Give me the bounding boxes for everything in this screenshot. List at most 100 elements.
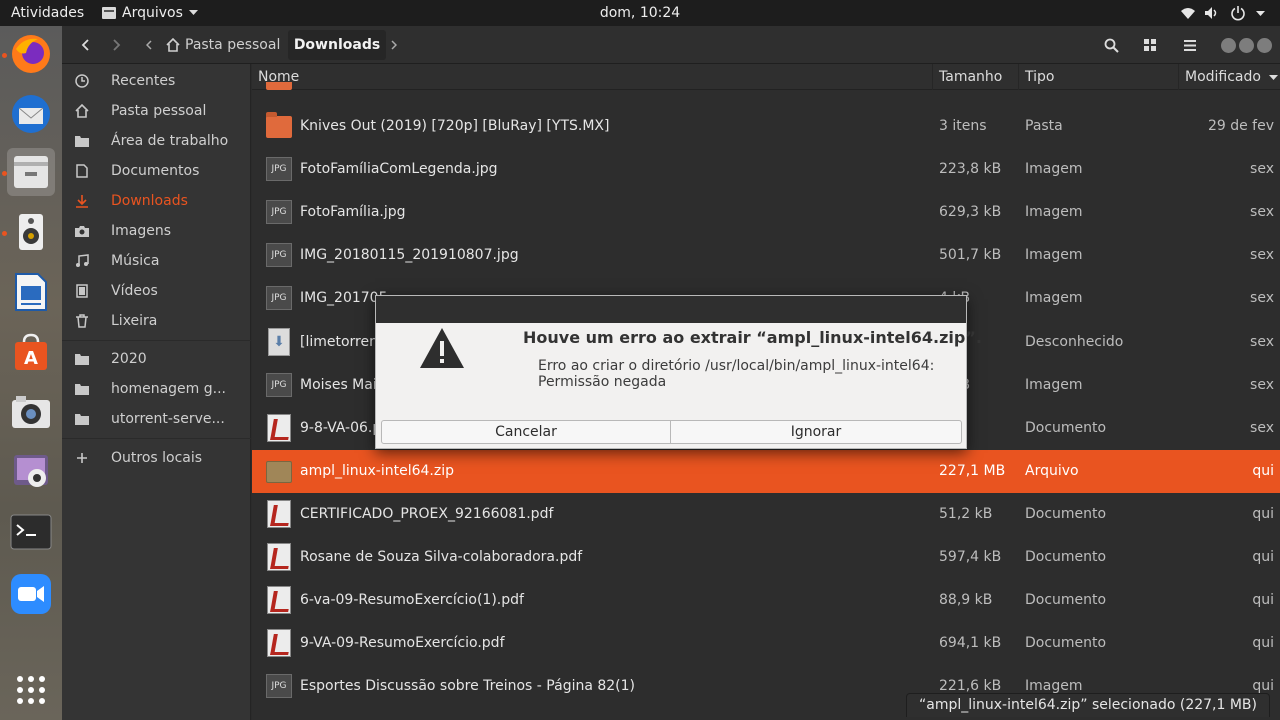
dock-zoom[interactable] bbox=[7, 570, 55, 618]
sidebar-item-videos[interactable]: Vídeos bbox=[62, 276, 251, 306]
sidebar-divider bbox=[62, 340, 251, 341]
file-name: Esportes Discussão sobre Treinos - Págin… bbox=[300, 678, 636, 694]
file-modified: sex bbox=[1250, 420, 1274, 436]
thunderbird-icon bbox=[12, 95, 50, 133]
dock-writer[interactable] bbox=[7, 268, 55, 316]
dock-rhythmbox[interactable] bbox=[7, 208, 55, 256]
list-item-partial[interactable] bbox=[252, 68, 1280, 90]
chevron-down-icon[interactable] bbox=[1256, 5, 1265, 21]
sidebar-item-outros-locais[interactable]: Outros locais bbox=[62, 443, 251, 473]
dock-webcam[interactable] bbox=[7, 448, 55, 496]
file-type: Documento bbox=[1025, 549, 1107, 565]
wifi-icon[interactable] bbox=[1180, 5, 1196, 21]
close-button[interactable] bbox=[1257, 38, 1272, 53]
table-row[interactable]: Rosane de Souza Silva-colaboradora.pdf 59… bbox=[252, 536, 1280, 579]
table-row[interactable]: 9-VA-09-ResumoExercício.pdf 694,1 kB Docum… bbox=[252, 622, 1280, 665]
breadcrumb-downloads[interactable]: Downloads bbox=[288, 30, 386, 60]
back-button[interactable] bbox=[72, 32, 98, 58]
table-row[interactable]: JPG IMG_20180115_201910807.jpg 501,7 kB Ima… bbox=[252, 234, 1280, 277]
document-icon bbox=[74, 163, 90, 179]
table-row[interactable]: CERTIFICADO_PROEX_92166081.pdf 51,2 kB Doc… bbox=[252, 493, 1280, 536]
dock-files[interactable] bbox=[7, 148, 55, 196]
sidebar-item-homenagem[interactable]: homenagem g... bbox=[62, 374, 251, 404]
folder-icon bbox=[266, 112, 292, 139]
file-type: Documento bbox=[1025, 635, 1107, 651]
sidebar-item-musica[interactable]: Música bbox=[62, 246, 251, 276]
file-modified: sex bbox=[1250, 204, 1274, 220]
plus-icon bbox=[74, 450, 90, 466]
folder-icon bbox=[74, 381, 90, 397]
path-left-arrow[interactable] bbox=[142, 32, 156, 58]
sidebar-item-downloads[interactable]: Downloads bbox=[62, 186, 251, 216]
activities-button[interactable]: Atividades bbox=[11, 0, 84, 26]
dock-firefox[interactable] bbox=[7, 30, 55, 78]
files-icon bbox=[14, 156, 48, 188]
sidebar-item-label: Documentos bbox=[111, 163, 200, 179]
sidebar-item-2020[interactable]: 2020 bbox=[62, 344, 251, 374]
image-file-icon: JPG bbox=[266, 200, 292, 225]
file-type: Documento bbox=[1025, 420, 1107, 436]
file-type: Pasta bbox=[1025, 118, 1063, 134]
sidebar-item-area-de-trabalho[interactable]: Área de trabalho bbox=[62, 126, 251, 156]
sidebar-item-imagens[interactable]: Imagens bbox=[62, 216, 251, 246]
dock: A bbox=[0, 26, 62, 720]
minimize-button[interactable] bbox=[1221, 38, 1236, 53]
top-bar: Atividades Arquivos dom, 10:24 bbox=[0, 0, 1280, 26]
chevron-right-icon bbox=[391, 40, 397, 50]
sidebar-item-label: 2020 bbox=[111, 351, 147, 367]
sidebar-item-utorrent[interactable]: utorrent-serve... bbox=[62, 404, 251, 434]
power-icon[interactable] bbox=[1230, 5, 1246, 21]
table-row[interactable]: Knives Out (2019) [720p] [BluRay] [YTS.M… bbox=[252, 105, 1280, 148]
terminal-icon bbox=[10, 514, 52, 550]
file-modified: qui bbox=[1252, 592, 1274, 608]
running-indicator bbox=[2, 53, 7, 58]
sidebar-item-documentos[interactable]: Documentos bbox=[62, 156, 251, 186]
film-icon bbox=[74, 283, 90, 299]
dock-terminal[interactable] bbox=[7, 508, 55, 556]
file-modified: 29 de fev bbox=[1207, 118, 1274, 134]
file-name: CERTIFICADO_PROEX_92166081.pdf bbox=[300, 506, 554, 522]
table-row[interactable]: 6-va-09-ResumoExercício(1).pdf 88,9 kB Doc… bbox=[252, 579, 1280, 622]
dock-show-apps[interactable] bbox=[7, 666, 55, 714]
view-toggle-button[interactable] bbox=[1135, 32, 1165, 58]
search-button[interactable] bbox=[1096, 32, 1126, 58]
cancel-button[interactable]: Cancelar bbox=[381, 420, 671, 444]
file-name: IMG_20180115_201910807.jpg bbox=[300, 247, 519, 263]
sidebar-item-recentes[interactable]: Recentes bbox=[62, 66, 251, 96]
table-row[interactable]: JPG FotoFamília.jpg 629,3 kB Imagem sex bbox=[252, 191, 1280, 234]
file-size: 694,1 kB bbox=[939, 635, 1002, 651]
dock-software[interactable]: A bbox=[7, 328, 55, 376]
file-modified: sex bbox=[1250, 247, 1274, 263]
table-row[interactable]: JPG FotoFamíliaComLegenda.jpg 223,8 kB Imag… bbox=[252, 148, 1280, 191]
table-row[interactable]: ampl_linux-intel64.zip 227,1 MB Arquivo qui bbox=[252, 450, 1280, 493]
grid-icon bbox=[1144, 39, 1156, 51]
dialog-titlebar[interactable] bbox=[376, 296, 966, 323]
file-modified: qui bbox=[1252, 506, 1274, 522]
sidebar-item-pasta-pessoal[interactable]: Pasta pessoal bbox=[62, 96, 251, 126]
file-modified: qui bbox=[1252, 463, 1274, 479]
ignore-button[interactable]: Ignorar bbox=[670, 420, 962, 444]
file-size: 3 itens bbox=[939, 118, 987, 134]
clock[interactable]: dom, 10:24 bbox=[600, 5, 680, 21]
music-icon bbox=[74, 253, 90, 269]
pdf-file-icon bbox=[266, 414, 292, 442]
app-menu[interactable]: Arquivos bbox=[102, 0, 198, 26]
file-modified: sex bbox=[1250, 334, 1274, 350]
breadcrumb-home-label: Pasta pessoal bbox=[185, 37, 281, 53]
warning-icon bbox=[420, 328, 464, 368]
sidebar-item-label: Downloads bbox=[111, 193, 188, 209]
sidebar-item-label: Recentes bbox=[111, 73, 176, 89]
forward-button[interactable] bbox=[104, 32, 130, 58]
file-type: Imagem bbox=[1025, 377, 1083, 393]
clock-icon bbox=[74, 73, 90, 89]
maximize-button[interactable] bbox=[1239, 38, 1254, 53]
breadcrumb-home[interactable]: Pasta pessoal bbox=[162, 30, 292, 60]
dock-thunderbird[interactable] bbox=[7, 90, 55, 138]
file-size: 501,7 kB bbox=[939, 247, 1002, 263]
file-type: Imagem bbox=[1025, 204, 1083, 220]
sidebar-item-lixeira[interactable]: Lixeira bbox=[62, 306, 251, 336]
menu-button[interactable] bbox=[1175, 32, 1205, 58]
dock-camera[interactable] bbox=[7, 388, 55, 436]
volume-icon[interactable] bbox=[1204, 5, 1220, 21]
path-right-arrow[interactable] bbox=[388, 32, 400, 58]
